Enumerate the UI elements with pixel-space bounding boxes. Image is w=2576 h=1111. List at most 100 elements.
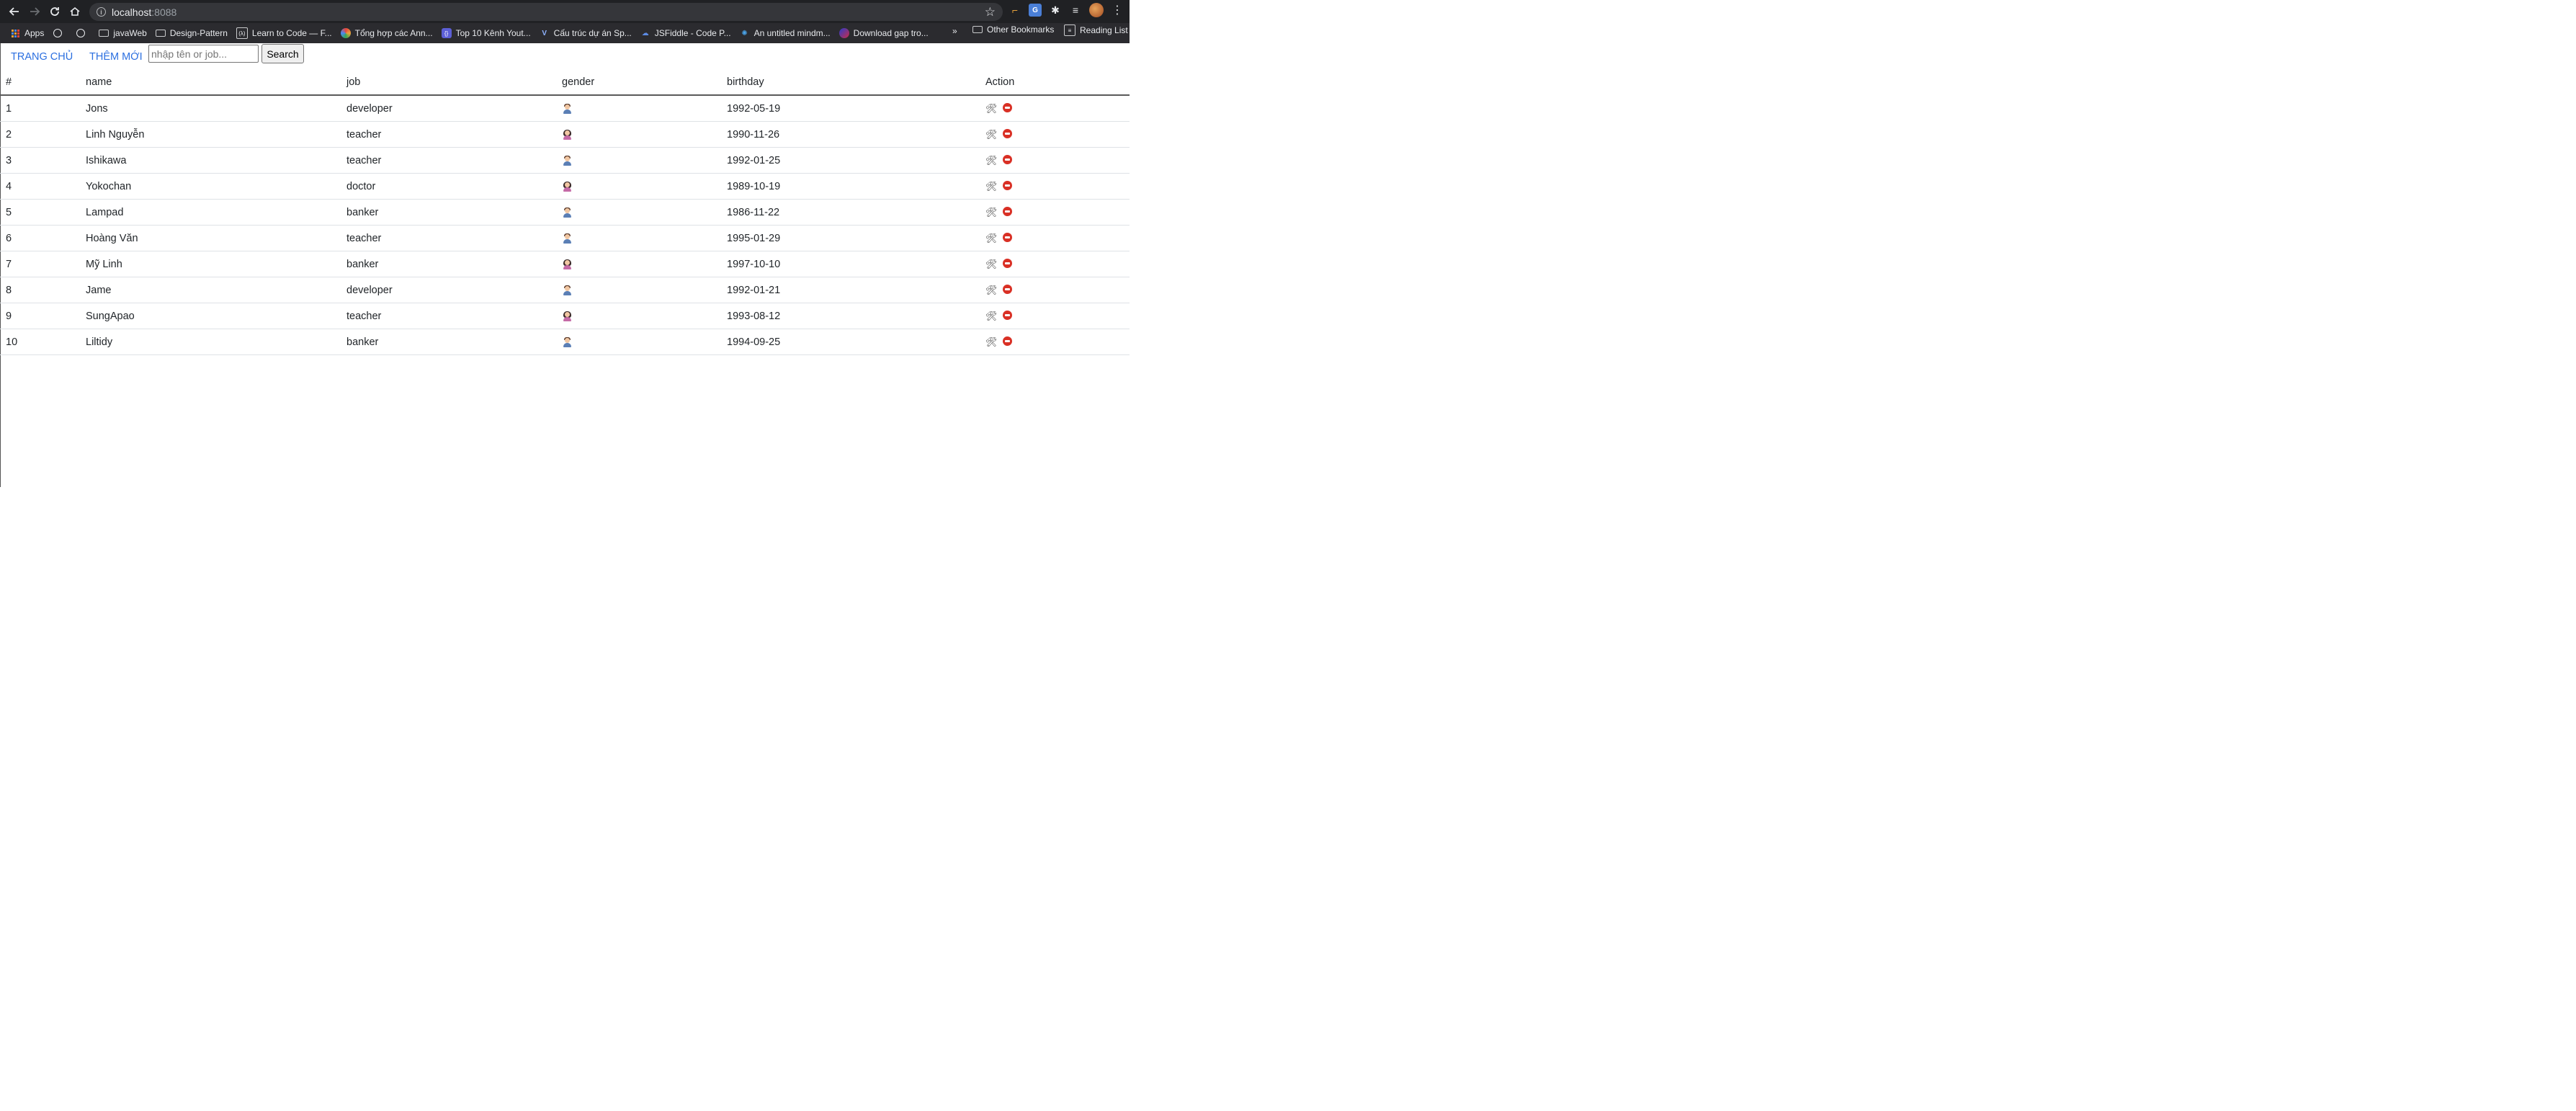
cell-job: developer — [341, 277, 556, 303]
delete-no-entry-icon[interactable] — [1003, 103, 1012, 113]
edit-tools-icon[interactable]: 🛠 — [985, 336, 998, 348]
menu-kebab-icon[interactable]: ⋮ — [1111, 4, 1124, 17]
bookmark-label: Reading List — [1080, 25, 1128, 35]
table-row: 5 Lampad banker 1986-11-22 🛠 — [0, 199, 1130, 226]
flag-extension-icon[interactable]: ⌐ — [1009, 4, 1021, 17]
bookmark-jsfiddle[interactable]: ☁ JSFiddle - Code P... — [640, 24, 731, 42]
bookmark-download[interactable]: Download gap tro... — [838, 24, 929, 42]
cell-birthday: 1994-09-25 — [721, 329, 980, 355]
folder-icon — [155, 28, 166, 38]
delete-no-entry-icon[interactable] — [1003, 233, 1012, 243]
cell-gender — [556, 147, 721, 174]
bookmark-annotation[interactable]: Tổng hợp các Ann... — [340, 24, 433, 42]
puzzle-extensions-icon[interactable]: ✱ — [1049, 4, 1062, 17]
nav-add-new-link[interactable]: THÊM MỚI — [89, 51, 143, 63]
bookmark-star-icon[interactable]: ☆ — [985, 5, 996, 19]
bookmark-globe-2[interactable] — [76, 24, 90, 42]
cell-gender — [556, 173, 721, 200]
cell-action: 🛠 — [980, 173, 1130, 200]
edit-tools-icon[interactable]: 🛠 — [985, 129, 998, 140]
cell-name: Ishikawa — [80, 147, 341, 174]
reading-list[interactable]: ≡ Reading List — [1064, 24, 1128, 36]
table-body: 1 Jons developer 1992-05-19 🛠 2 Linh Nguyễn tea… — [0, 95, 1130, 355]
download-icon — [838, 28, 849, 38]
bookmark-globe-1[interactable] — [53, 24, 67, 42]
arrow-right-icon — [30, 7, 40, 16]
delete-no-entry-icon[interactable] — [1003, 181, 1012, 191]
cell-job: teacher — [341, 121, 556, 148]
cell-action: 🛠 — [980, 147, 1130, 174]
bookmark-label: Download gap tro... — [853, 28, 929, 38]
cell-name: SungApao — [80, 303, 341, 329]
bookmark-mindmap[interactable]: ✺ An untitled mindm... — [740, 24, 830, 42]
woman-icon — [562, 311, 572, 321]
cell-index: 4 — [0, 173, 80, 200]
cell-index: 3 — [0, 147, 80, 174]
apps-grid-icon — [10, 28, 20, 38]
delete-no-entry-icon[interactable] — [1003, 311, 1012, 321]
edit-tools-icon[interactable]: 🛠 — [985, 285, 998, 296]
header-birthday: birthday — [721, 69, 980, 96]
edit-tools-icon[interactable]: 🛠 — [985, 259, 998, 270]
man-icon — [562, 155, 572, 166]
cell-job: banker — [341, 329, 556, 355]
header-job: job — [341, 69, 556, 96]
globe-icon — [53, 28, 63, 38]
bookmark-label: Other Bookmarks — [987, 24, 1055, 35]
search-input[interactable] — [148, 45, 259, 63]
media-queue-icon[interactable]: ≡ — [1069, 4, 1082, 17]
mindmap-icon: ✺ — [741, 29, 748, 37]
cell-name: Linh Nguyễn — [80, 121, 341, 148]
search-button[interactable]: Search — [261, 44, 304, 63]
edit-tools-icon[interactable]: 🛠 — [985, 207, 998, 218]
forward-button[interactable] — [24, 1, 45, 22]
bookmarks-overflow-button[interactable]: » — [952, 26, 957, 36]
delete-no-entry-icon[interactable] — [1003, 285, 1012, 295]
nav-home-link[interactable]: TRANG CHỦ — [11, 51, 73, 63]
bookmark-apps[interactable]: Apps — [10, 24, 44, 42]
edit-tools-icon[interactable]: 🛠 — [985, 311, 998, 322]
bookmark-freecodecamp[interactable]: (λ) Learn to Code — F... — [236, 24, 332, 42]
profile-avatar[interactable] — [1089, 3, 1104, 17]
delete-no-entry-icon[interactable] — [1003, 129, 1012, 139]
home-button[interactable] — [65, 1, 85, 22]
colorwheel-icon — [340, 28, 351, 38]
back-button[interactable] — [4, 1, 24, 22]
bookmark-youtube-channels[interactable]: {} Top 10 Kênh Yout... — [441, 24, 531, 42]
edit-tools-icon[interactable]: 🛠 — [985, 155, 998, 166]
delete-no-entry-icon[interactable] — [1003, 155, 1012, 165]
translate-extension-icon[interactable]: G — [1029, 4, 1042, 17]
globe-icon — [76, 28, 86, 38]
delete-no-entry-icon[interactable] — [1003, 336, 1012, 347]
bookmark-label: Top 10 Kênh Yout... — [455, 28, 531, 38]
bookmark-javaweb[interactable]: javaWeb — [99, 24, 147, 42]
header-name: name — [80, 69, 341, 96]
reload-button[interactable] — [45, 1, 65, 22]
bookmark-design-pattern[interactable]: Design-Pattern — [155, 24, 228, 42]
home-icon — [70, 6, 80, 16]
bookmark-spring-structure[interactable]: V Cấu trúc dự án Sp... — [540, 24, 631, 42]
extensions-area: ⌐ G ✱ ≡ ⋮ — [1009, 3, 1124, 17]
cell-index: 7 — [0, 251, 80, 277]
edit-tools-icon[interactable]: 🛠 — [985, 181, 998, 192]
bookmark-label: Design-Pattern — [169, 28, 228, 38]
cell-job: banker — [341, 199, 556, 226]
edit-tools-icon[interactable]: 🛠 — [985, 233, 998, 244]
cell-gender — [556, 251, 721, 277]
table-row: 7 Mỹ Linh banker 1997-10-10 🛠 — [0, 251, 1130, 277]
cell-name: Hoàng Văn — [80, 225, 341, 251]
overflow-chevron-icon: » — [952, 26, 957, 36]
table-row: 9 SungApao teacher 1993-08-12 🛠 — [0, 303, 1130, 329]
delete-no-entry-icon[interactable] — [1003, 259, 1012, 269]
cell-job: banker — [341, 251, 556, 277]
other-bookmarks[interactable]: Other Bookmarks — [972, 24, 1054, 35]
cell-job: teacher — [341, 225, 556, 251]
cell-job: teacher — [341, 303, 556, 329]
info-icon[interactable]: i — [97, 7, 106, 17]
address-bar[interactable]: i localhost:8088 ☆ — [89, 3, 1003, 21]
delete-no-entry-icon[interactable] — [1003, 207, 1012, 217]
table-row: 1 Jons developer 1992-05-19 🛠 — [0, 95, 1130, 122]
edit-tools-icon[interactable]: 🛠 — [985, 103, 998, 115]
cell-birthday: 1992-01-25 — [721, 147, 980, 174]
table-row: 3 Ishikawa teacher 1992-01-25 🛠 — [0, 147, 1130, 174]
